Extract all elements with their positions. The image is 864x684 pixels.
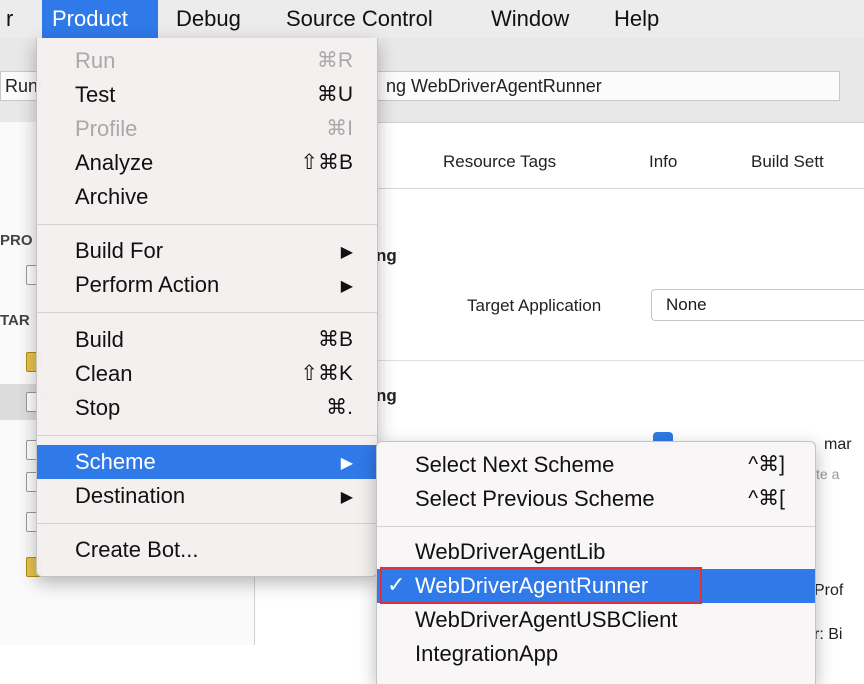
menu-item-test[interactable]: Test ⌘U xyxy=(37,78,377,112)
option-label: mar xyxy=(824,436,852,453)
menu-item-clean[interactable]: Clean ⇧⌘K xyxy=(37,357,377,391)
menu-item-perform-action[interactable]: Perform Action ▶ xyxy=(37,268,377,302)
menu-item-build-for[interactable]: Build For ▶ xyxy=(37,234,377,268)
section-title-signing: ng xyxy=(376,386,397,405)
menu-item-select-previous-scheme[interactable]: Select Previous Scheme ^⌘[ xyxy=(377,482,815,516)
menu-item-scheme-integrationapp[interactable]: IntegrationApp xyxy=(377,637,815,671)
menu-separator xyxy=(37,312,377,313)
menu-item-scheme-webdriveragentusbclient[interactable]: WebDriverAgentUSBClient xyxy=(377,603,815,637)
target-application-label: Target Application xyxy=(467,296,602,315)
menu-item-label: Perform Action xyxy=(75,272,220,297)
menu-item-label: WebDriverAgentRunner xyxy=(415,573,649,598)
menu-item-select-next-scheme[interactable]: Select Next Scheme ^⌘] xyxy=(377,448,815,482)
menu-separator xyxy=(377,526,815,527)
sidebar-project-header: PRO xyxy=(0,232,33,249)
menu-item-run[interactable]: Run ⌘R xyxy=(37,44,377,78)
menu-item-label: Build xyxy=(75,327,124,352)
menu-item-shortcut: ^⌘[ xyxy=(748,487,785,510)
tab-build-settings[interactable]: Build Sett xyxy=(751,152,824,172)
activity-status-text: ng WebDriverAgentRunner xyxy=(386,76,602,96)
provisioning-label: Prof xyxy=(814,582,844,599)
menu-item-label: Destination xyxy=(75,483,186,508)
checkmark-icon: ✓ xyxy=(387,572,406,597)
section-divider xyxy=(376,360,864,361)
menu-item-label: Archive xyxy=(75,184,149,209)
menu-item-shortcut: ⇧⌘B xyxy=(300,151,353,174)
menu-item-label: IntegrationApp xyxy=(415,641,559,666)
menu-bar: r Product Debug Source Control Window He… xyxy=(0,0,864,39)
menu-item-stop[interactable]: Stop ⌘. xyxy=(37,391,377,425)
menu-separator xyxy=(37,224,377,225)
menu-item-shortcut: ⌘I xyxy=(326,117,353,140)
menu-item-label: WebDriverAgentUSBClient xyxy=(415,607,678,632)
menu-item-shortcut: ⌘R xyxy=(316,49,353,72)
menu-item-label: Build For xyxy=(75,238,164,263)
menu-item-label: Profile xyxy=(75,116,138,141)
submenu-arrow-icon: ▶ xyxy=(340,278,353,295)
menu-window[interactable]: Window xyxy=(481,0,579,38)
menu-product[interactable]: Product xyxy=(42,0,158,38)
menu-item-analyze[interactable]: Analyze ⇧⌘B xyxy=(37,146,377,180)
signing-label: r: Bi xyxy=(814,626,843,643)
menu-item-archive[interactable]: Archive xyxy=(37,180,377,214)
submenu-arrow-icon: ▶ xyxy=(340,455,353,472)
menu-item-label: Scheme xyxy=(75,449,156,474)
submenu-arrow-icon: ▶ xyxy=(340,489,353,506)
menu-item-shortcut: ⌘B xyxy=(317,328,353,351)
product-menu: Run ⌘R Test ⌘U Profile ⌘I Analyze ⇧⌘B Ar… xyxy=(36,38,378,577)
sidebar-targets-header: TAR xyxy=(0,312,30,329)
menu-item-label: Stop xyxy=(75,395,121,420)
menu-item-label: Create Bot... xyxy=(75,537,199,562)
target-application-popup[interactable]: None xyxy=(651,289,864,321)
menu-item-destination[interactable]: Destination ▶ xyxy=(37,479,377,513)
menu-debug[interactable]: Debug xyxy=(166,0,251,38)
menu-item-scheme-webdriveragentrunner[interactable]: ✓ WebDriverAgentRunner xyxy=(377,569,815,603)
menu-item-label: Analyze xyxy=(75,150,154,175)
tab-info[interactable]: Info xyxy=(649,152,677,172)
menu-item-label: Clean xyxy=(75,361,133,386)
menu-item-shortcut: ^⌘] xyxy=(748,453,785,476)
menu-item-shortcut: ⌘U xyxy=(316,83,353,106)
menu-item-scheme[interactable]: Scheme ▶ xyxy=(37,445,377,479)
menu-item-profile[interactable]: Profile ⌘I xyxy=(37,112,377,146)
menu-item-label: Select Previous Scheme xyxy=(415,486,655,511)
tab-resource-tags[interactable]: Resource Tags xyxy=(443,152,556,172)
menu-item-create-bot[interactable]: Create Bot... xyxy=(37,533,377,567)
menu-item-label: WebDriverAgentLib xyxy=(415,539,606,564)
scheme-submenu: Select Next Scheme ^⌘] Select Previous S… xyxy=(376,441,816,684)
menu-item-label: Test xyxy=(75,82,116,107)
menu-item-scheme-webdriveragentlib[interactable]: WebDriverAgentLib xyxy=(377,535,815,569)
menu-item-shortcut: ⌘. xyxy=(326,396,353,419)
menu-item-shortcut: ⇧⌘K xyxy=(300,362,353,385)
option-hint: te a xyxy=(816,466,840,482)
submenu-arrow-icon: ▶ xyxy=(340,244,353,261)
section-title-testing: ng xyxy=(376,246,397,265)
menu-separator xyxy=(37,523,377,524)
menu-item-build[interactable]: Build ⌘B xyxy=(37,323,377,357)
menu-item-label: Run xyxy=(75,48,116,73)
menu-separator xyxy=(37,435,377,436)
menu-help[interactable]: Help xyxy=(604,0,669,38)
menu-editor[interactable]: r xyxy=(0,0,23,38)
menu-item-label: Select Next Scheme xyxy=(415,452,615,477)
menu-source-control[interactable]: Source Control xyxy=(276,0,443,38)
